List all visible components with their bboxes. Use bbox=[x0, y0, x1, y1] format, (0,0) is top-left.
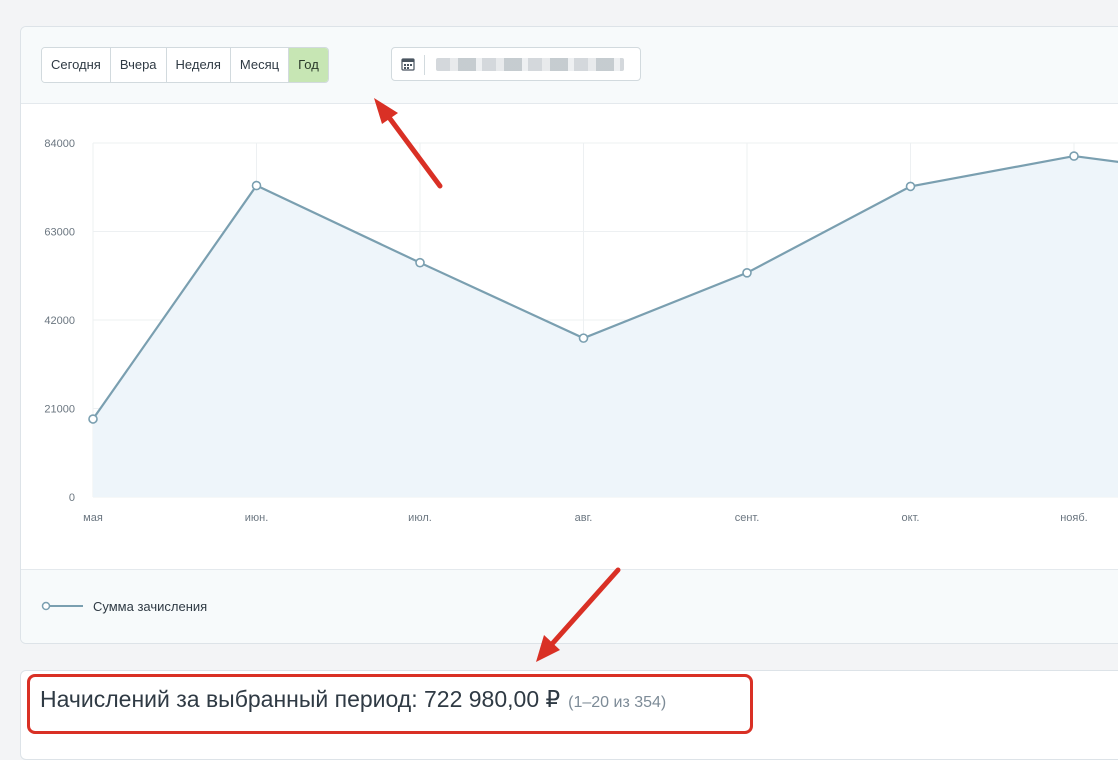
data-point[interactable] bbox=[905, 181, 916, 192]
legend-label: Сумма зачисления bbox=[93, 598, 208, 614]
series-area bbox=[93, 156, 1118, 497]
summary-text: Начислений за выбранный период: 722 980,… bbox=[40, 686, 666, 713]
x-tick-label: окт. bbox=[902, 512, 920, 524]
x-tick-label: сент. bbox=[735, 512, 760, 524]
data-point[interactable] bbox=[88, 414, 98, 424]
data-point[interactable] bbox=[251, 180, 262, 191]
x-tick-label: авг. bbox=[575, 512, 593, 524]
chart-panel: Сегодня Вчера Неделя Месяц Год 0 21000 420… bbox=[20, 26, 1118, 644]
summary-total: Начислений за выбранный период: 722 980,… bbox=[40, 686, 561, 712]
legend-item[interactable]: Сумма зачисления bbox=[41, 596, 207, 616]
data-point[interactable] bbox=[1069, 151, 1079, 161]
legend-area: Сумма зачисления bbox=[21, 569, 1118, 643]
line-chart: 0 21000 42000 63000 84000 мая июн. июл. авг. сент… bbox=[44, 138, 1118, 524]
y-tick-label: 84000 bbox=[44, 138, 75, 150]
y-tick-label: 0 bbox=[69, 492, 75, 504]
x-tick-label: июл. bbox=[408, 512, 432, 524]
x-tick-label: мая bbox=[83, 512, 103, 524]
data-point[interactable] bbox=[415, 257, 425, 268]
x-tick-label: июн. bbox=[245, 512, 269, 524]
legend-line-marker-icon bbox=[41, 601, 83, 611]
y-tick-label: 63000 bbox=[44, 227, 75, 239]
summary-range: (1–20 из 354) bbox=[568, 694, 667, 711]
data-point[interactable] bbox=[742, 268, 752, 278]
data-point[interactable] bbox=[578, 333, 589, 343]
x-tick-label: нояб. bbox=[1060, 512, 1088, 524]
y-tick-label: 42000 bbox=[44, 315, 75, 327]
y-tick-label: 21000 bbox=[44, 404, 75, 416]
